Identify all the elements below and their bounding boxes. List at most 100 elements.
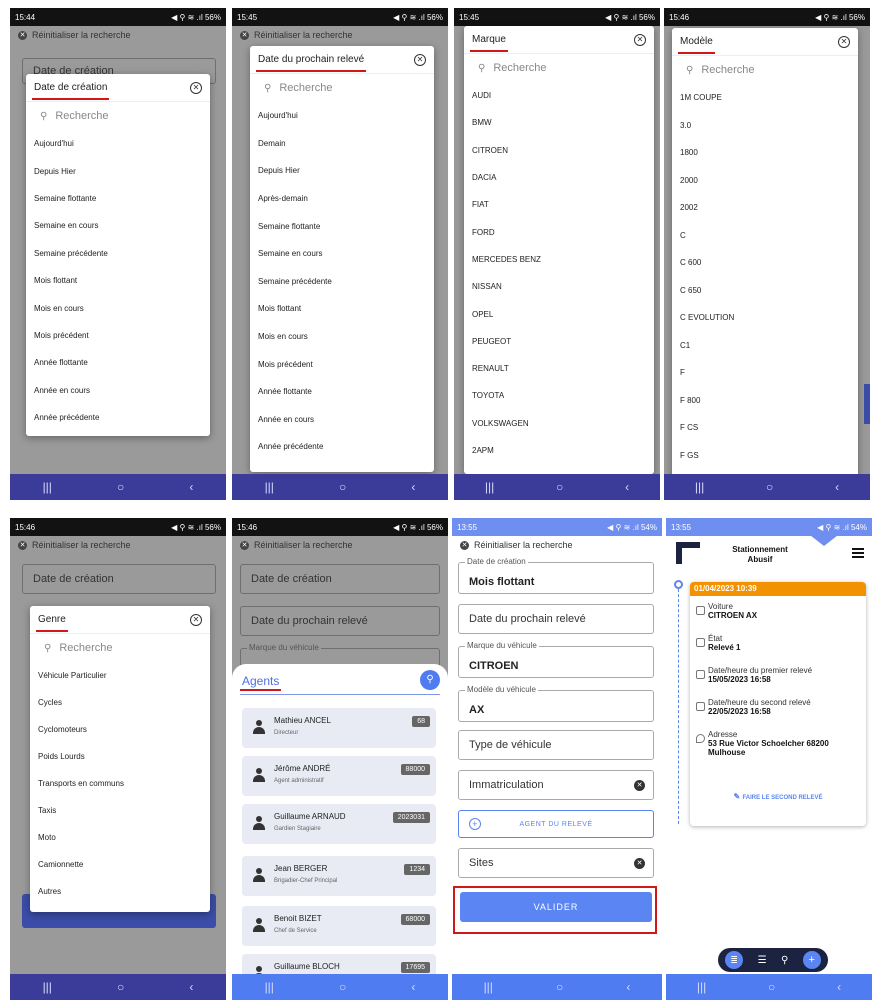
list-item[interactable]: 2002	[672, 194, 858, 222]
list-item[interactable]: Poids Lourds	[30, 743, 210, 770]
reset-search[interactable]: ✕ Réinitialiser la recherche	[240, 30, 353, 40]
list-item[interactable]: Aujourd'hui	[250, 102, 434, 130]
recent-apps-button[interactable]: |||	[695, 480, 704, 494]
back-button[interactable]: ‹	[189, 980, 193, 994]
add-icon[interactable]: +	[802, 951, 821, 969]
back-button[interactable]: ‹	[189, 480, 193, 494]
list-item[interactable]: CITROEN	[464, 137, 654, 164]
reset-search[interactable]: ✕ Réinitialiser la recherche	[460, 540, 573, 550]
immatriculation-field[interactable]: Immatriculation ✕	[458, 770, 654, 800]
list-item[interactable]: DACIA	[464, 164, 654, 191]
search-icon[interactable]: ⚲	[781, 955, 788, 966]
list-item[interactable]: Véhicule Particulier	[30, 662, 210, 689]
list-item[interactable]: Semaine flottante	[250, 212, 434, 240]
home-button[interactable]: ○	[117, 480, 124, 494]
clear-icon[interactable]: ✕	[634, 780, 645, 791]
date-prochain-field[interactable]: Date du prochain relevé	[458, 604, 654, 634]
list-item[interactable]: Année flottante	[26, 349, 210, 376]
home-button[interactable]: ○	[768, 980, 775, 994]
search-input[interactable]: ⚲ Recherche	[26, 102, 210, 130]
list-item[interactable]: F	[672, 359, 858, 387]
list-item[interactable]: C 600	[672, 249, 858, 277]
list-item[interactable]: Mois flottant	[250, 295, 434, 323]
list-item[interactable]: FORD	[464, 218, 654, 245]
close-icon[interactable]: ✕	[838, 35, 850, 48]
sites-field[interactable]: Sites ✕	[458, 848, 654, 878]
filter-icon[interactable]: ☰	[758, 955, 767, 966]
list-item[interactable]: F GS	[672, 442, 858, 470]
recent-apps-button[interactable]: |||	[485, 480, 494, 494]
list-item[interactable]: VOLKSWAGEN	[464, 410, 654, 437]
list-item[interactable]: 2APM	[464, 437, 654, 464]
list-item[interactable]: C 650	[672, 277, 858, 305]
valider-button[interactable]: VALIDER	[460, 892, 652, 922]
list-item[interactable]: Moto	[30, 824, 210, 851]
list-item[interactable]: Après-demain	[250, 185, 434, 213]
close-icon[interactable]: ✕	[634, 33, 646, 46]
reset-search[interactable]: ✕ Réinitialiser la recherche	[18, 30, 131, 40]
list-item[interactable]: Mois en cours	[26, 294, 210, 321]
list-icon[interactable]: ≣	[725, 951, 744, 969]
list-item[interactable]: PEUGEOT	[464, 328, 654, 355]
home-button[interactable]: ○	[556, 980, 563, 994]
recent-apps-button[interactable]: |||	[484, 980, 493, 994]
list-item[interactable]: 1M COUPE	[672, 84, 858, 112]
list-item[interactable]: Semaine en cours	[26, 212, 210, 239]
list-item[interactable]: Jean BERGER Brigadier-Chef Principal 1234	[242, 856, 436, 896]
list-item[interactable]: 2000	[672, 167, 858, 195]
list-item[interactable]: C EVOLUTION	[672, 304, 858, 332]
list-item[interactable]: Guillaume ARNAUD Gardien Stagiaire 2023031	[242, 804, 436, 844]
marque-field[interactable]: Marque du véhicule CITROEN	[458, 641, 654, 678]
list-item[interactable]: Demain	[250, 130, 434, 158]
list-item[interactable]: FIAT	[464, 191, 654, 218]
releve-card[interactable]: 01/04/2023 10:39 Voiture CITROEN AX État R…	[690, 582, 866, 826]
home-button[interactable]: ○	[339, 480, 346, 494]
list-item[interactable]: Transports en communs	[30, 770, 210, 797]
close-icon[interactable]: ✕	[190, 81, 202, 94]
menu-icon[interactable]	[852, 548, 864, 558]
list-item[interactable]: Cyclomoteurs	[30, 716, 210, 743]
list-item[interactable]: C1	[672, 332, 858, 360]
date-prochain-field[interactable]: Date du prochain relevé	[240, 606, 440, 636]
list-item[interactable]: 3.0	[672, 112, 858, 140]
home-button[interactable]: ○	[339, 980, 346, 994]
search-button[interactable]: ⚲	[420, 670, 440, 690]
list-item[interactable]: Taxis	[30, 797, 210, 824]
list-item[interactable]: Semaine flottante	[26, 185, 210, 212]
list-item[interactable]: AUDI	[464, 82, 654, 109]
list-item[interactable]: Jérôme ANDRÉ Agent administratif 88000	[242, 756, 436, 796]
type-vehicule-field[interactable]: Type de véhicule	[458, 730, 654, 760]
list-item[interactable]: Cycles	[30, 689, 210, 716]
reset-search[interactable]: ✕ Réinitialiser la recherche	[240, 540, 353, 550]
list-item[interactable]: OPEL	[464, 300, 654, 327]
search-input[interactable]: ⚲ Recherche	[672, 56, 858, 84]
list-item[interactable]: Mois précédent	[250, 350, 434, 378]
list-item[interactable]: NISSAN	[464, 273, 654, 300]
list-item[interactable]: Mois précédent	[26, 322, 210, 349]
list-item[interactable]: Camionnette	[30, 851, 210, 878]
back-button[interactable]: ‹	[835, 480, 839, 494]
list-item[interactable]: Semaine précédente	[26, 240, 210, 267]
date-creation-field[interactable]: Date de création	[22, 564, 216, 594]
back-button[interactable]: ‹	[625, 480, 629, 494]
date-creation-field[interactable]: Date de création	[240, 564, 440, 594]
list-item[interactable]: Année en cours	[250, 406, 434, 434]
list-item[interactable]: Depuis Hier	[250, 157, 434, 185]
list-item[interactable]: Depuis Hier	[26, 157, 210, 184]
back-button[interactable]: ‹	[411, 980, 415, 994]
clear-icon[interactable]: ✕	[634, 858, 645, 869]
search-input[interactable]: ⚲ Recherche	[30, 634, 210, 662]
list-item[interactable]: Benoit BIZET Chef de Service 68000	[242, 906, 436, 946]
list-item[interactable]: Semaine en cours	[250, 240, 434, 268]
recent-apps-button[interactable]: |||	[697, 980, 706, 994]
back-button[interactable]: ‹	[626, 980, 630, 994]
search-input[interactable]: ⚲ Recherche	[250, 74, 434, 102]
list-item[interactable]: Mois en cours	[250, 323, 434, 351]
date-creation-field[interactable]: Date de création Mois flottant	[458, 557, 654, 594]
list-item[interactable]: RENAULT	[464, 355, 654, 382]
second-releve-button[interactable]: ✎ FAIRE LE SECOND RELEVÉ	[690, 792, 866, 801]
recent-apps-button[interactable]: |||	[43, 480, 52, 494]
list-item[interactable]: Année précédente	[250, 433, 434, 461]
home-button[interactable]: ○	[766, 480, 773, 494]
home-button[interactable]: ○	[556, 480, 563, 494]
